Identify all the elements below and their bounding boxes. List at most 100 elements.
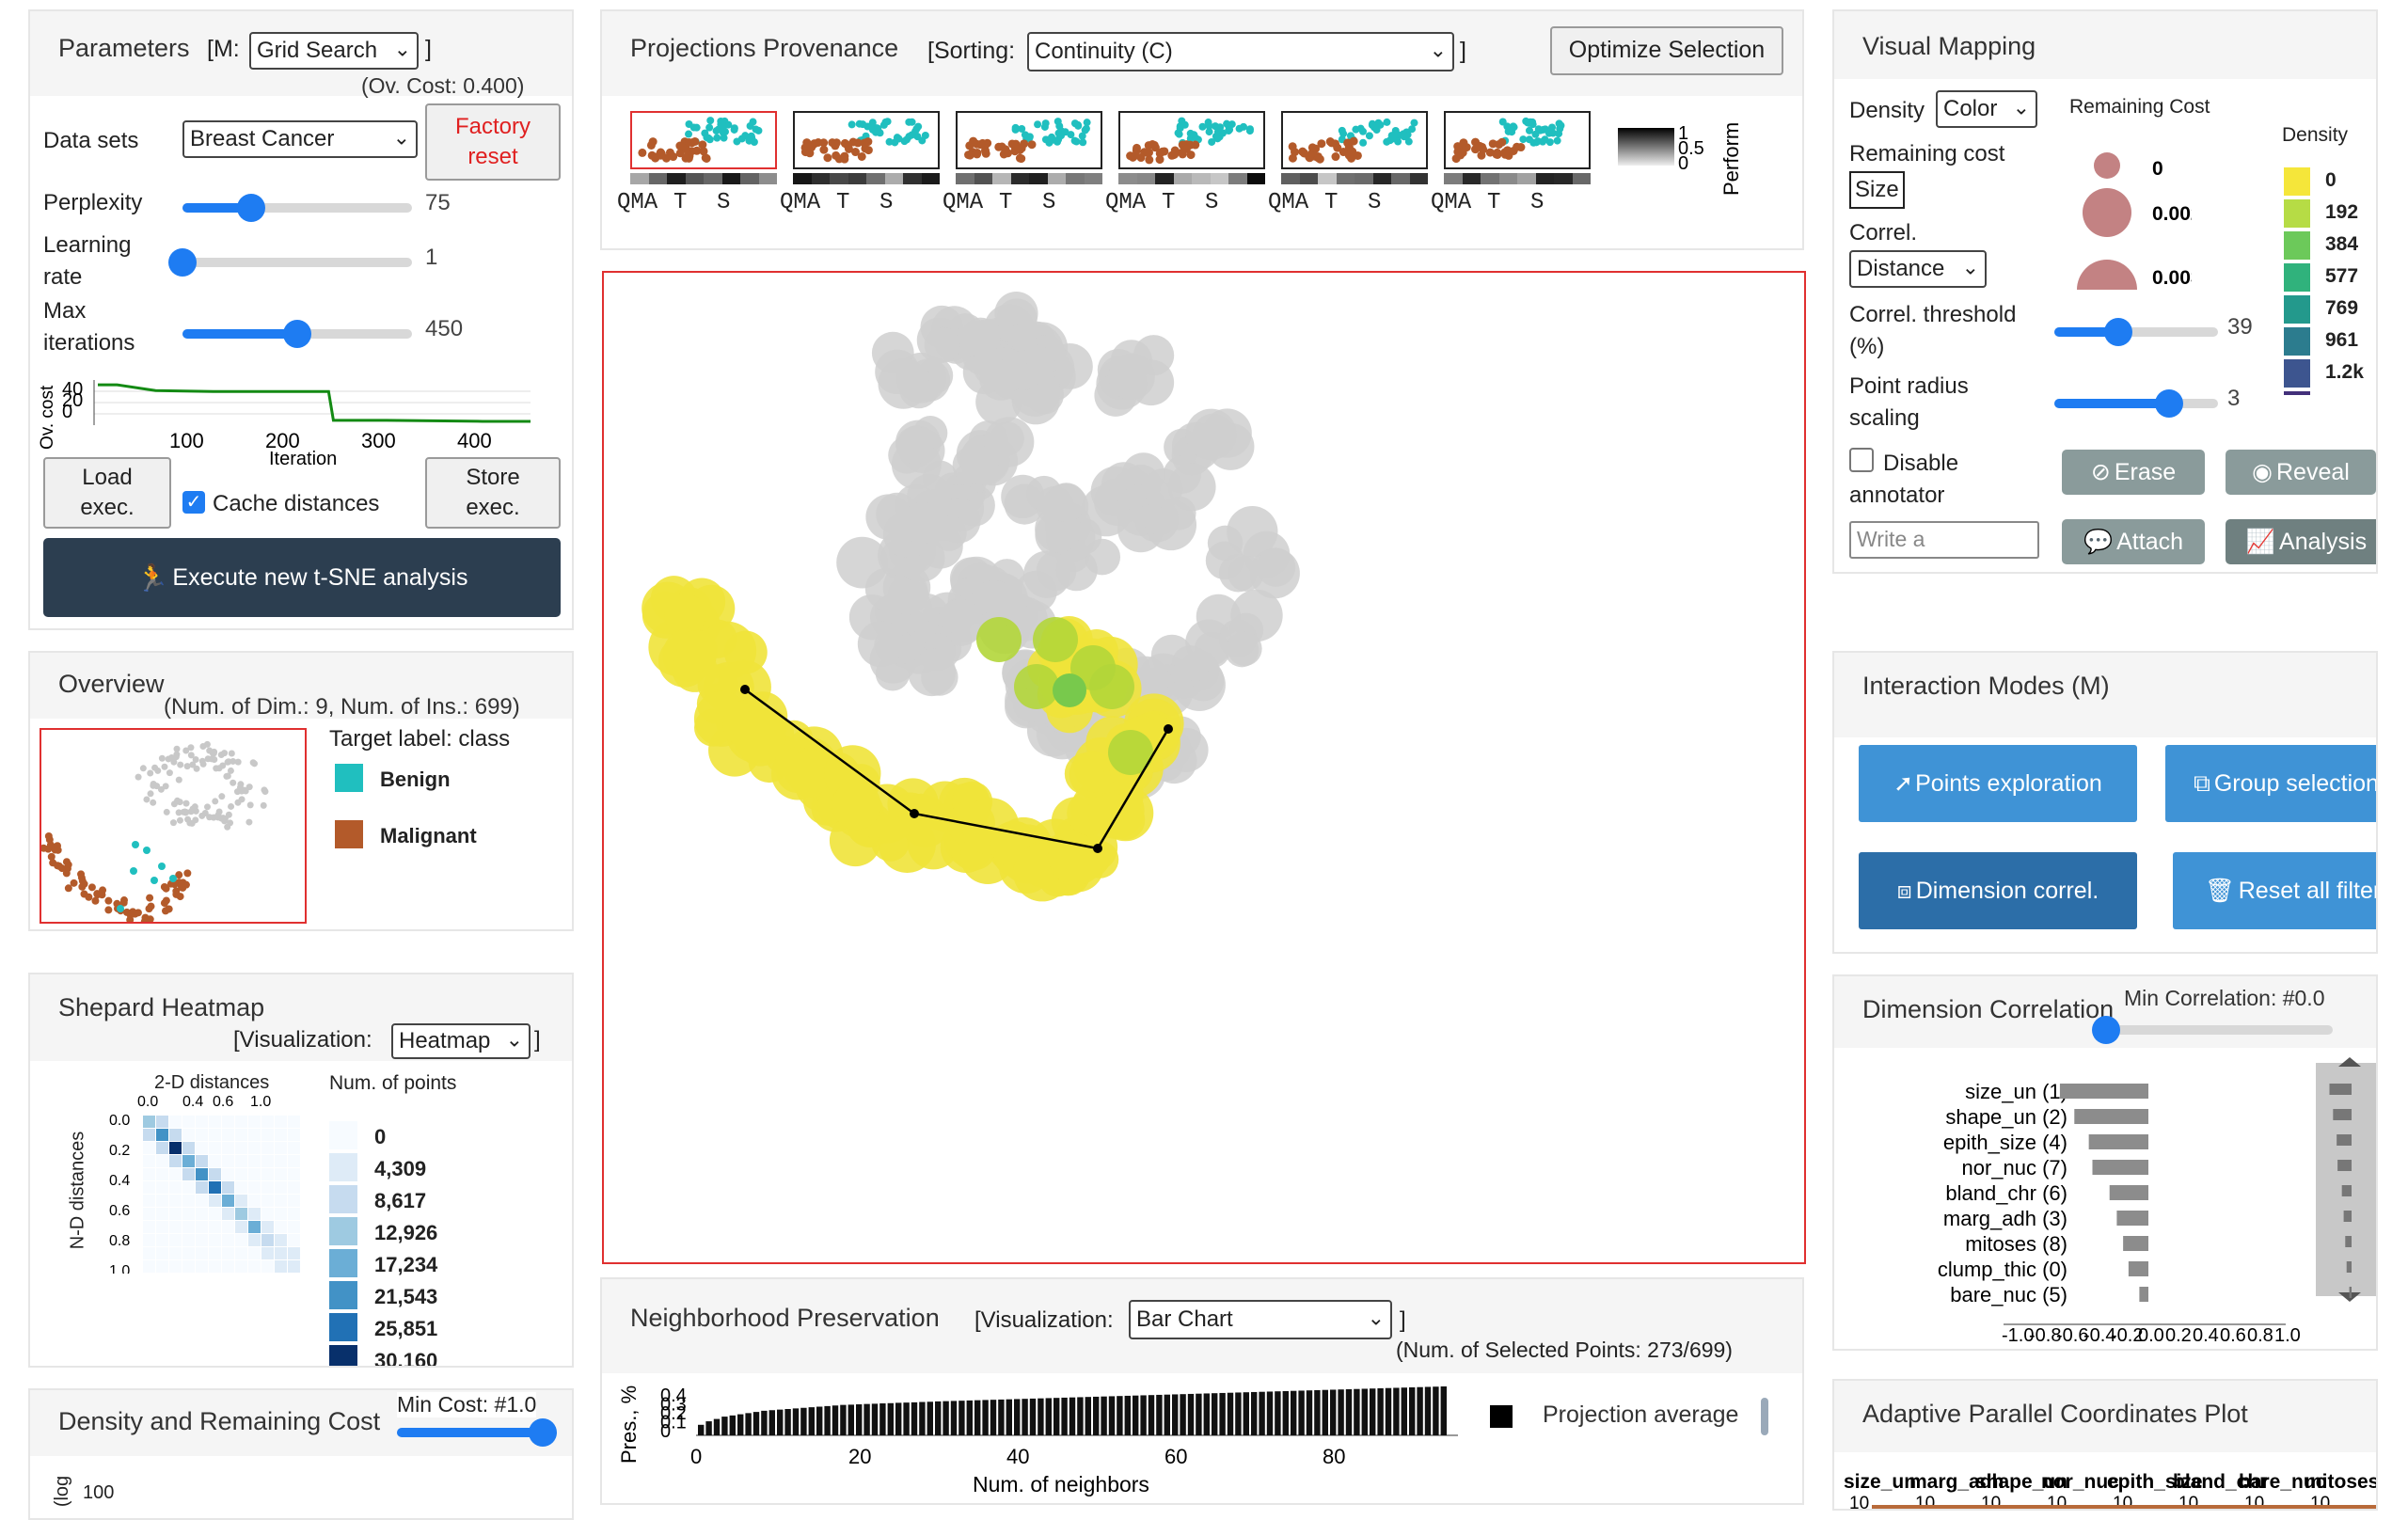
metric-cell [1462,173,1481,184]
density-select[interactable]: Color ⌄ [1936,90,2037,128]
mode-select[interactable]: Grid Search ⌄ [249,32,419,70]
data-point-unselected[interactable] [1185,408,1237,461]
data-point-selected[interactable] [733,709,786,763]
correl-threshold-handle[interactable] [2103,318,2132,346]
sorting-select[interactable]: Continuity (C) ⌄ [1027,32,1454,71]
metric-cell [1228,173,1247,184]
data-point-unselected[interactable] [1228,555,1264,592]
heatmap-legend-label: 30,160 [374,1349,438,1368]
data-point-unselected[interactable] [1023,550,1071,598]
neighborhood-vis-select[interactable]: Bar Chart ⌄ [1129,1300,1392,1339]
data-point-unselected[interactable] [960,317,1001,357]
object-group-icon: ⧉ [2194,769,2210,797]
overall-cost: (Ov. Cost: 0.400) [361,73,525,98]
cache-distances-checkbox[interactable]: ✓ [182,491,205,514]
points-exploration-button[interactable]: ➚ Points exploration [1859,745,2137,822]
data-point-unselected[interactable] [857,621,904,668]
correl-select[interactable]: Distance ⌄ [1849,250,1987,288]
analysis-button[interactable]: 📈 Analysis [2226,519,2376,564]
overview-point-benign [143,847,150,854]
data-point-dense[interactable] [1053,673,1086,707]
group-selection-button[interactable]: ⧉ Group selection [2165,745,2376,822]
heatmap-cell [222,1129,234,1141]
learning-rate-slider-handle[interactable] [168,248,197,277]
correl-threshold-slider[interactable] [2054,318,2218,346]
attach-button[interactable]: 💬 Attach [2062,519,2205,564]
optimize-selection-button[interactable]: Optimize Selection [1550,26,1783,75]
data-point-unselected[interactable] [878,357,929,409]
annotation-textarea[interactable]: Write a [1849,521,2039,559]
factory-reset-button[interactable]: Factory reset [425,103,561,181]
perplexity-slider-handle[interactable] [237,194,266,222]
selection-path-vertex[interactable] [1164,724,1173,734]
reveal-button[interactable]: ◉ Reveal [2226,450,2376,495]
perplexity-slider[interactable] [182,194,412,222]
max-iterations-slider-handle[interactable] [283,320,311,348]
metric-cell [1173,173,1192,184]
thumb-point-benign [746,121,754,130]
dataset-select[interactable]: Breast Cancer ⌄ [182,120,418,158]
data-point-unselected[interactable] [1227,631,1262,667]
data-point-selected[interactable] [676,630,718,672]
learning-rate-slider[interactable] [168,248,412,277]
data-point-unselected[interactable] [1227,506,1278,558]
shepard-vis-select[interactable]: Heatmap ⌄ [391,1023,531,1059]
main-projection[interactable] [602,271,1806,1264]
max-iterations-slider[interactable] [182,320,412,348]
data-point-unselected[interactable] [895,426,934,465]
load-exec-button[interactable]: Load exec. [43,457,171,529]
min-cost-slider-handle[interactable] [529,1418,557,1447]
data-point-dense[interactable] [1089,664,1134,709]
data-point-dense[interactable] [976,617,1022,662]
data-point-selected[interactable] [832,781,881,831]
np-bar [1322,1389,1328,1435]
remaining-cost-size-box[interactable]: Size [1849,171,1905,209]
data-point-unselected[interactable] [1143,467,1183,509]
apc-axis-label[interactable]: mitoses [2305,1471,2378,1493]
data-point-unselected[interactable] [901,501,943,544]
data-point-unselected[interactable] [984,417,1035,467]
overview-minimap[interactable] [40,728,307,926]
point-radius-slider[interactable] [2054,389,2218,418]
data-point-dense[interactable] [1108,730,1153,775]
data-point-unselected[interactable] [924,326,960,363]
erase-button[interactable]: ⊘ Erase [2062,450,2205,495]
projection-thumbnail[interactable] [1118,111,1265,169]
projection-thumbnail[interactable] [630,111,777,169]
projection-thumbnail[interactable] [1281,111,1428,169]
brush-up-handle-icon[interactable] [2338,1057,2361,1067]
data-point-dense[interactable] [1033,617,1078,662]
data-point-unselected[interactable] [1108,353,1155,401]
dc-brush[interactable] [2316,1063,2378,1296]
thumb-point-benign [908,118,916,126]
data-point-dense[interactable] [1014,664,1059,709]
projection-thumbnail[interactable] [793,111,940,169]
data-point-unselected[interactable] [1046,483,1086,522]
np-bar [1314,1389,1321,1435]
heatmap-cell [222,1155,234,1167]
projection-thumbnail[interactable] [1444,111,1591,169]
reset-filters-button[interactable]: 🗑 Reset all filters [2173,852,2376,929]
heatmap-cell [275,1116,287,1128]
min-cost-slider[interactable] [397,1418,557,1447]
projection-thumbnail[interactable] [956,111,1102,169]
point-radius-handle[interactable] [2154,389,2183,418]
thumb-point-malignant [657,149,666,158]
execute-tsne-button[interactable]: 🏃 Execute new t-SNE analysis [43,538,561,617]
shepard-x-tick: 1.0 [250,1095,271,1110]
selection-path-vertex[interactable] [740,685,750,694]
store-exec-button[interactable]: Store exec. [425,457,561,529]
min-correlation-handle[interactable] [2092,1016,2120,1044]
apc-axis-label[interactable]: size_un [1844,1471,1916,1493]
np-bar [698,1424,705,1435]
data-point-unselected[interactable] [836,536,889,589]
selection-path-vertex[interactable] [1093,844,1102,853]
heatmap-cell [235,1168,247,1180]
legend-scrollbar[interactable] [1761,1398,1768,1435]
dimension-correl-button[interactable]: ⧈ Dimension correl. [1859,852,2137,929]
selection-path-vertex[interactable] [910,809,919,818]
heatmap-cell [261,1247,274,1259]
heatmap-cell [288,1168,300,1180]
min-correlation-slider[interactable] [2092,1016,2333,1044]
density-select-value: Color [1943,96,1998,121]
